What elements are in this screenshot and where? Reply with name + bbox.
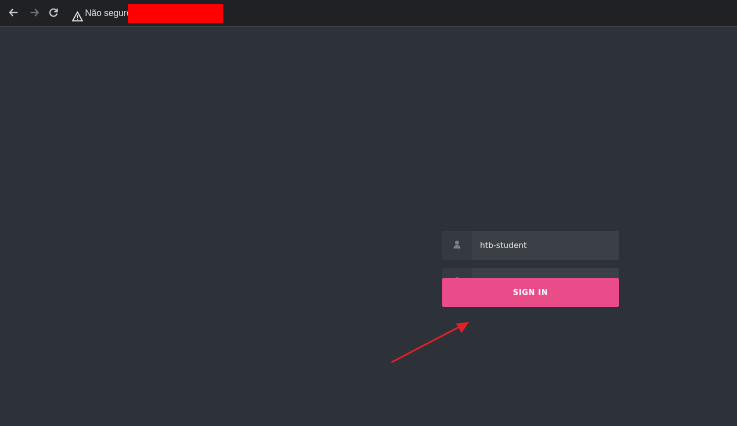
warning-triangle-icon[interactable]	[71, 7, 84, 22]
reload-icon[interactable]	[48, 7, 60, 19]
arrow-left-icon[interactable]	[8, 7, 20, 19]
arrow-right-icon[interactable]	[29, 7, 41, 19]
browser-toolbar: Não seguro	[0, 0, 737, 27]
user-icon	[442, 231, 472, 260]
username-field[interactable]	[442, 231, 619, 260]
redacted-url[interactable]	[128, 4, 223, 23]
page-content	[0, 27, 737, 426]
sign-in-button[interactable]: SIGN IN	[442, 278, 619, 307]
annotation-arrow-icon	[391, 322, 469, 363]
security-status-label[interactable]: Não seguro	[85, 6, 132, 20]
username-input[interactable]	[472, 231, 619, 260]
